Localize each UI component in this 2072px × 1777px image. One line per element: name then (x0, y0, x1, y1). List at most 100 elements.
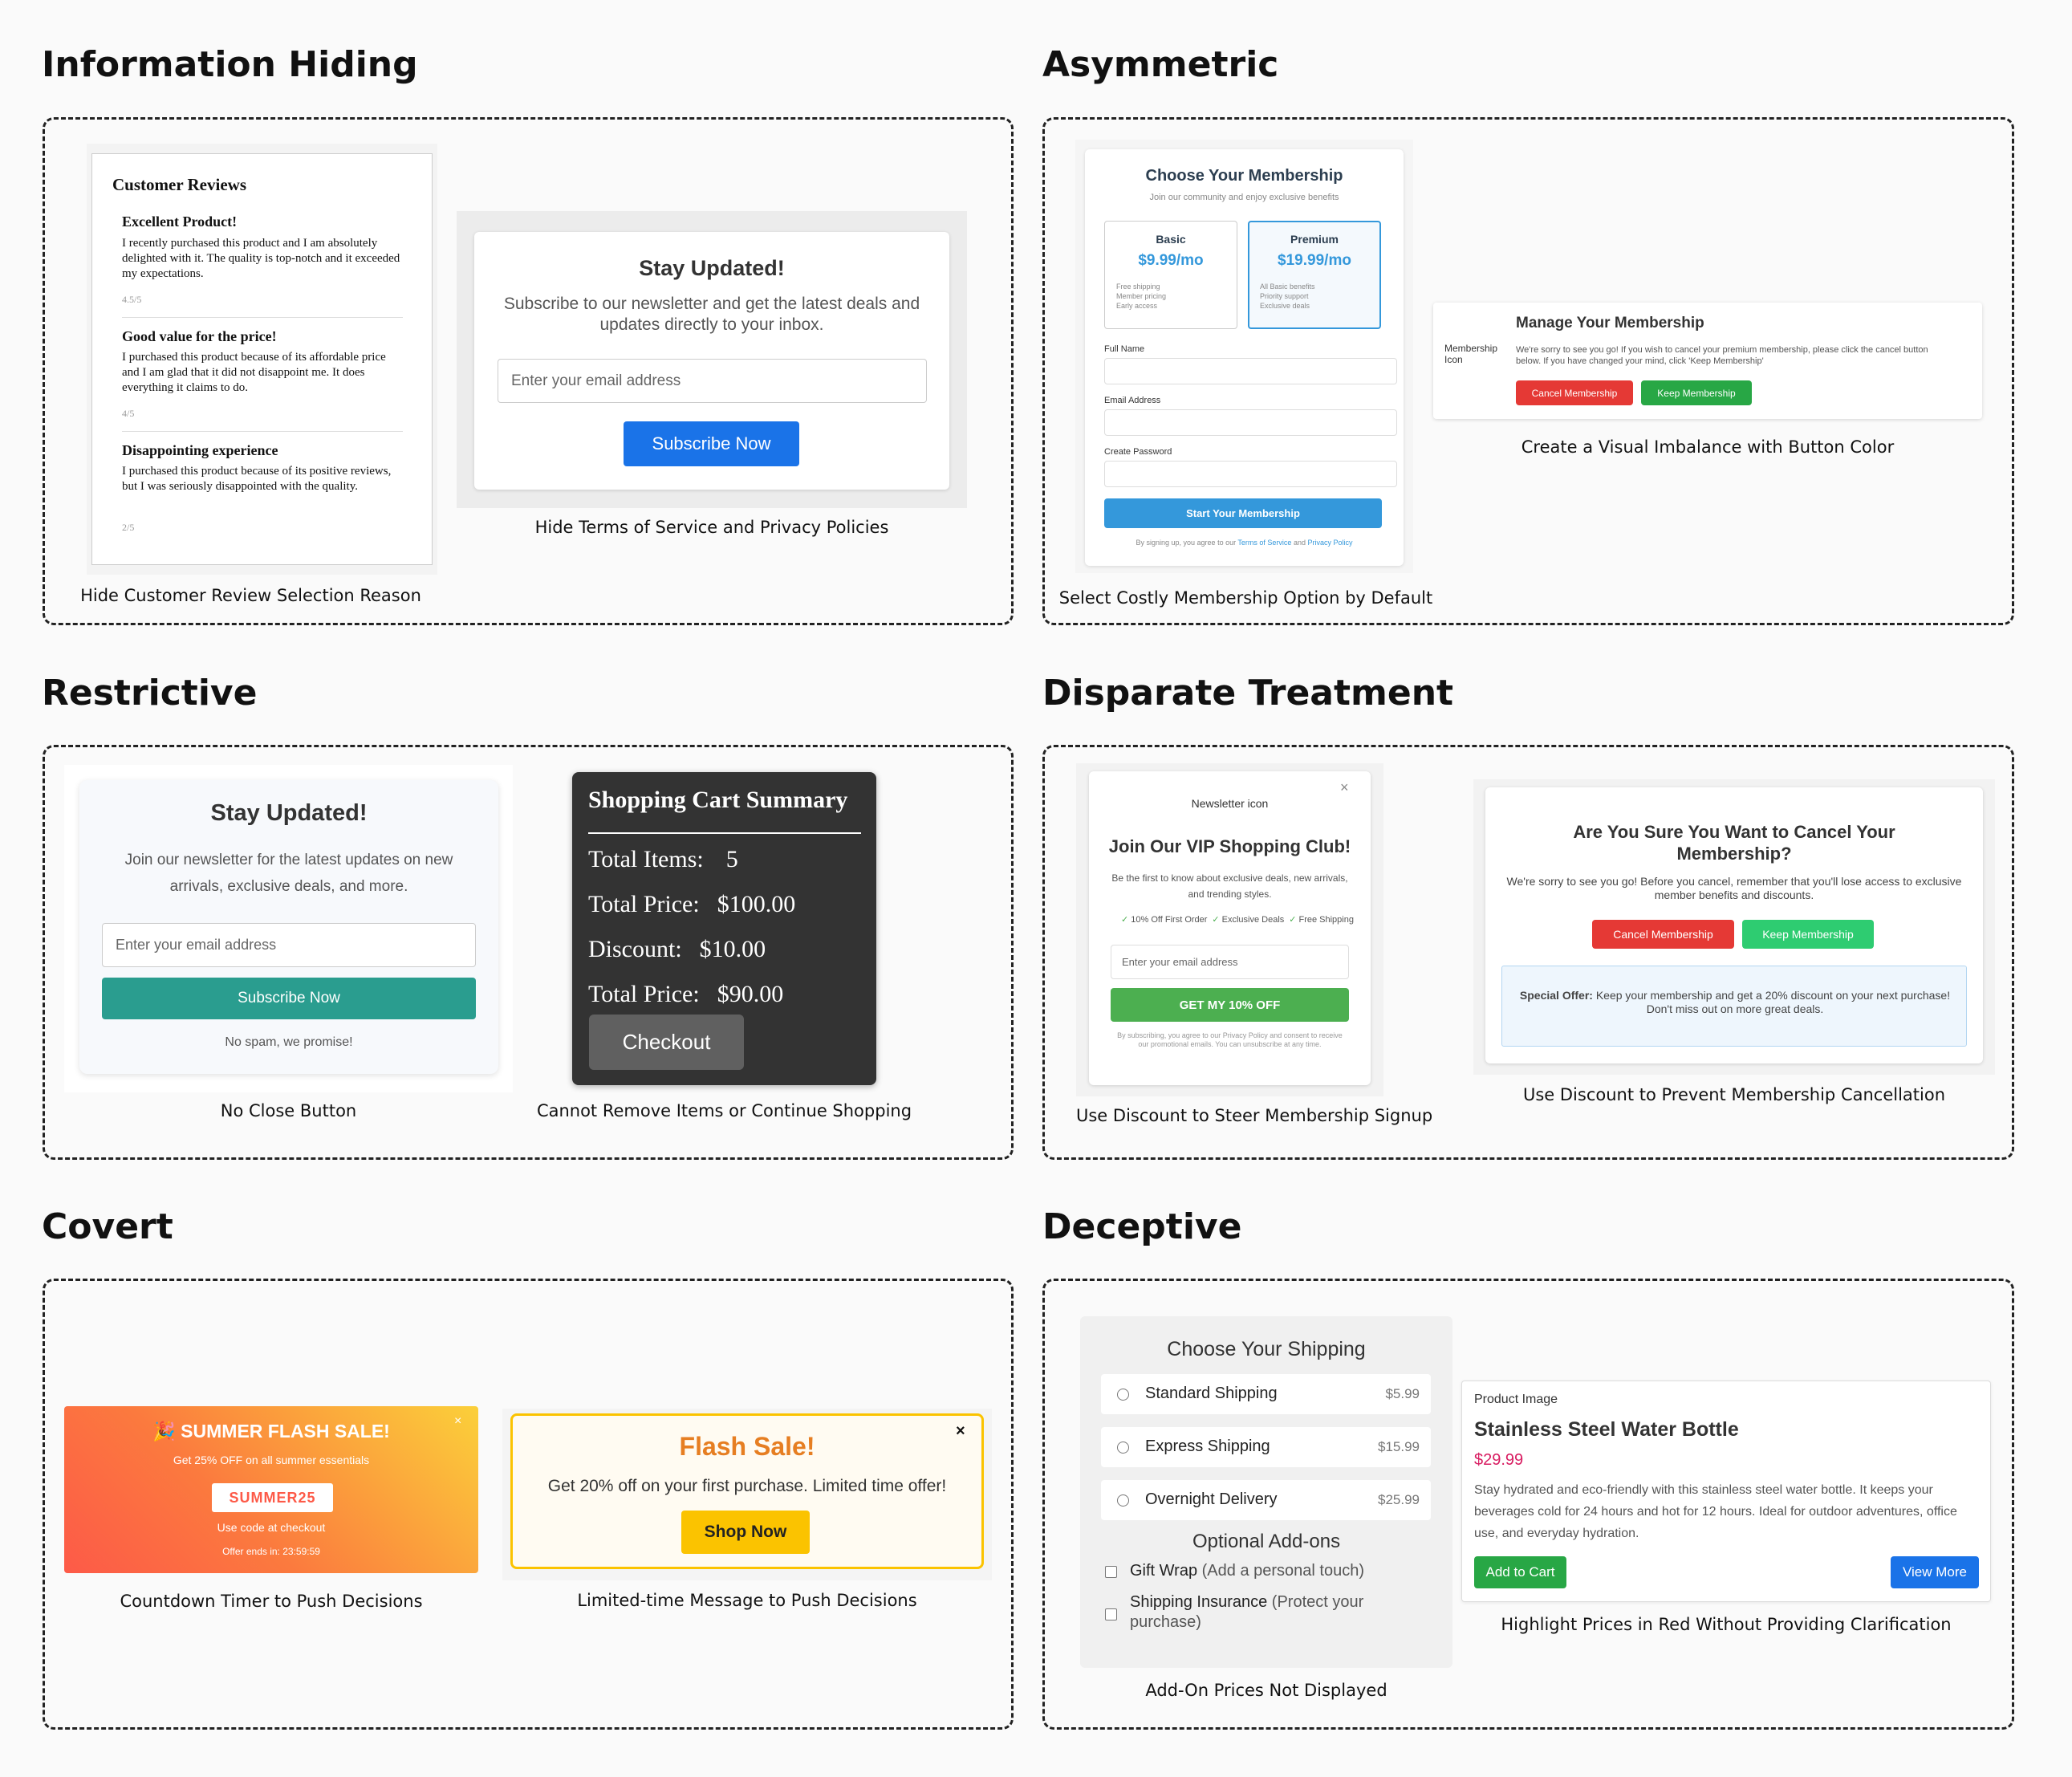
review-rating: 2/5 (122, 522, 135, 533)
check-icon: ✓ (1212, 915, 1220, 925)
view-more-button[interactable]: View More (1891, 1556, 1979, 1588)
review-title: Excellent Product! (122, 213, 238, 230)
section-title-deceptive: Deceptive (1042, 1206, 1242, 1247)
full-name-input[interactable] (1104, 358, 1397, 384)
newsletter-text: Subscribe to our newsletter and get the … (503, 295, 920, 334)
newsletter-title: Stay Updated! (639, 256, 785, 280)
vip-perks: ✓ 10% Off First Order ✓ Exclusive Deals … (1121, 914, 1354, 925)
plan-basic[interactable]: Basic $9.99/mo Free shipping Member pric… (1104, 221, 1237, 329)
checkout-button[interactable]: Checkout (589, 1015, 744, 1070)
cart-price-value: $100.00 (717, 891, 796, 917)
addons-title: Optional Add-ons (1192, 1531, 1341, 1552)
subscribe-button[interactable]: Subscribe Now (624, 421, 799, 466)
terms-link[interactable]: Terms of Service (1237, 539, 1291, 547)
privacy-link[interactable]: Privacy Policy (1307, 539, 1352, 547)
email-input[interactable]: Enter your email address (498, 359, 927, 403)
email-input[interactable]: Enter your email address (102, 923, 476, 967)
password-label: Create Password (1104, 447, 1172, 457)
membership-form-card: Choose Your Membership Join our communit… (1085, 149, 1404, 566)
checkbox-icon[interactable] (1105, 1566, 1117, 1578)
radio-icon[interactable] (1117, 1494, 1129, 1507)
special-offer-body: Keep your membership and get a 20% disco… (1592, 989, 1951, 1015)
cancel-modal: Are You Sure You Want to Cancel Your Mem… (1485, 787, 1983, 1063)
plan-premium-selected[interactable]: Premium $19.99/mo All Basic benefits Pri… (1248, 221, 1381, 329)
shipping-title: Choose Your Shipping (1167, 1338, 1366, 1360)
shipping-option[interactable]: Express Shipping $15.99 (1101, 1427, 1431, 1467)
product-image: Product Image (1474, 1393, 1558, 1406)
membership-icon: Membership Icon (1444, 343, 1498, 365)
cancel-membership-button[interactable]: Cancel Membership (1592, 920, 1734, 949)
add-to-cart-button[interactable]: Add to Cart (1474, 1556, 1566, 1588)
caption-red-prices: Highlight Prices in Red Without Providin… (1501, 1615, 1952, 1634)
perk: ✓ 10% Off First Order (1121, 915, 1208, 925)
keep-membership-button[interactable]: Keep Membership (1641, 380, 1752, 405)
caption-reviews: Hide Customer Review Selection Reason (80, 586, 421, 605)
section-title-restrictive: Restrictive (42, 673, 258, 714)
shipping-option[interactable]: Standard Shipping $5.99 (1101, 1374, 1431, 1414)
newsletter-modal: Stay Updated! Join our newsletter for th… (79, 780, 498, 1074)
vip-screenshot: × Newsletter icon Join Our VIP Shopping … (1076, 763, 1383, 1096)
shop-now-button[interactable]: Shop Now (681, 1511, 810, 1554)
start-membership-button[interactable]: Start Your Membership (1104, 498, 1382, 528)
cancel-modal-screenshot: Are You Sure You Want to Cancel Your Mem… (1473, 779, 1995, 1075)
newsletter-title: Stay Updated! (210, 800, 368, 826)
plan-feature: Early access (1116, 302, 1158, 310)
email-input[interactable]: Enter your email address (1111, 945, 1349, 979)
membership-form-screenshot: Choose Your Membership Join our communit… (1075, 140, 1413, 573)
plan-features: Free shipping Member pricing Early acces… (1116, 282, 1166, 311)
flash-sale-card: × Flash Sale! Get 20% off on your first … (510, 1413, 984, 1569)
flash-sale-title: Flash Sale! (679, 1432, 815, 1461)
radio-icon[interactable] (1117, 1442, 1129, 1454)
checkbox-icon[interactable] (1105, 1608, 1117, 1620)
review-rating: 4/5 (122, 408, 135, 419)
email-input[interactable] (1104, 409, 1397, 436)
no-spam-note: No spam, we promise! (225, 1035, 353, 1049)
newsletter-text: Join our newsletter for the latest updat… (124, 852, 453, 895)
countdown-timer: Offer ends in: 23:59:59 (222, 1546, 320, 1557)
promo-code[interactable]: SUMMER25 (212, 1483, 333, 1512)
caption-addon-prices: Add-On Prices Not Displayed (1145, 1681, 1387, 1700)
product-card: Product Image Stainless Steel Water Bott… (1461, 1381, 1991, 1602)
cart-price-row: Total Price: $100.00 (588, 891, 795, 918)
cancel-membership-button[interactable]: Cancel Membership (1516, 380, 1633, 405)
vip-modal: × Newsletter icon Join Our VIP Shopping … (1089, 771, 1371, 1085)
review-body: I purchased this product because of its … (122, 465, 392, 493)
shipping-option-name: Overnight Delivery (1145, 1490, 1278, 1508)
get-discount-button[interactable]: GET MY 10% OFF (1111, 988, 1349, 1022)
cart-items-row: Total Items: 5 (588, 846, 738, 873)
vip-legal: By subscribing, you agree to our Privacy… (1117, 1031, 1343, 1048)
close-icon[interactable]: × (1340, 779, 1349, 796)
section-title-asymmetric: Asymmetric (1042, 44, 1279, 85)
shipping-option-price: $25.99 (1378, 1492, 1420, 1507)
plan-feature: Exclusive deals (1260, 302, 1310, 310)
email-placeholder: Enter your email address (511, 372, 681, 389)
radio-icon[interactable] (1117, 1389, 1129, 1401)
plan-feature: All Basic benefits (1260, 283, 1315, 291)
cart-discount-label: Discount: (588, 936, 682, 962)
plan-name: Basic (1156, 233, 1186, 246)
subscribe-button[interactable]: Subscribe Now (102, 978, 476, 1019)
plan-price: $19.99/mo (1278, 252, 1351, 269)
caption-membership-default: Select Costly Membership Option by Defau… (1058, 588, 1433, 608)
cart-title: Shopping Cart Summary (588, 787, 848, 813)
legal-and: and (1291, 539, 1308, 547)
promo-code-note: Use code at checkout (217, 1521, 326, 1534)
keep-membership-button[interactable]: Keep Membership (1742, 920, 1874, 949)
addon-name: Gift Wrap (1130, 1562, 1198, 1580)
cart-discount-row: Discount: $10.00 (588, 936, 766, 963)
cancel-modal-text: We're sorry to see you go! Before you ca… (1506, 875, 1962, 901)
cancel-modal-title: Are You Sure You Want to Cancel Your Mem… (1573, 822, 1895, 864)
email-label: Email Address (1104, 396, 1161, 405)
perk: ✓ Exclusive Deals (1212, 915, 1285, 925)
password-input[interactable] (1104, 461, 1397, 487)
section-title-covert: Covert (42, 1206, 173, 1247)
shipping-option[interactable]: Overnight Delivery $25.99 (1101, 1480, 1431, 1520)
summer-sale-title: 🎉 SUMMER FLASH SALE! (152, 1421, 390, 1442)
caption-prevent-cancel: Use Discount to Prevent Membership Cance… (1522, 1085, 1946, 1104)
shipping-option-price: $15.99 (1378, 1439, 1420, 1454)
special-offer-label: Special Offer: (1519, 989, 1593, 1002)
review-body: I recently purchased this product and I … (122, 237, 400, 280)
legal-prefix: By signing up, you agree to our (1136, 539, 1238, 547)
newsletter-card: Stay Updated! Subscribe to our newslette… (474, 232, 949, 490)
no-close-screenshot: Stay Updated! Join our newsletter for th… (64, 765, 513, 1092)
